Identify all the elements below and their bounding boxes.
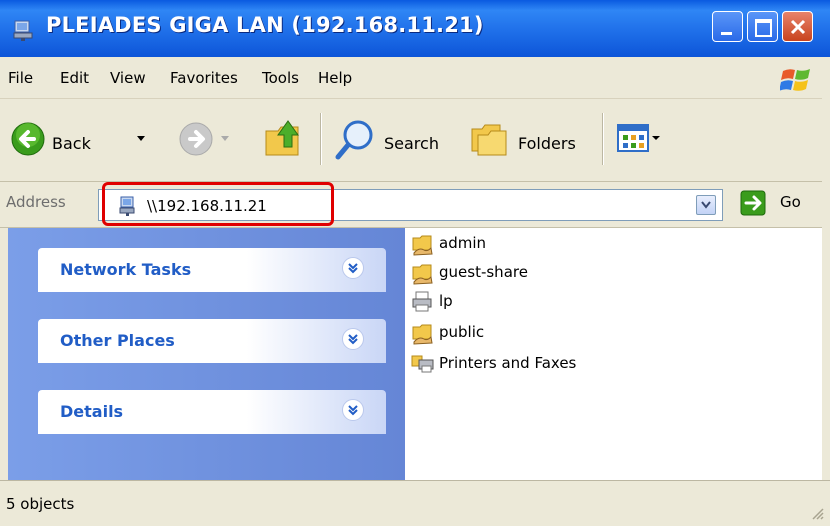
file-name: Printers and Faxes — [439, 354, 577, 372]
minimize-button[interactable] — [712, 11, 743, 42]
menu-view[interactable]: View — [110, 69, 146, 87]
title-bar[interactable]: PLEIADES GIGA LAN (192.168.11.21) — [0, 0, 830, 57]
back-arrow-icon[interactable] — [10, 121, 46, 157]
menu-bar: File Edit View Favorites Tools Help — [0, 57, 830, 99]
chevron-double-down-icon — [348, 405, 358, 416]
file-name: guest-share — [439, 263, 528, 281]
resize-grip-icon[interactable] — [810, 506, 824, 520]
expand-button[interactable] — [342, 399, 364, 421]
forward-arrow-icon — [179, 122, 213, 156]
toolbar: Back Search Folders — [0, 99, 830, 182]
back-dropdown-icon[interactable] — [136, 135, 146, 143]
expand-button[interactable] — [342, 257, 364, 279]
file-name: admin — [439, 234, 486, 252]
address-highlight-box — [102, 182, 334, 226]
chevron-double-down-icon — [348, 263, 358, 274]
menu-file[interactable]: File — [8, 69, 33, 87]
file-name: lp — [439, 292, 453, 310]
folders-icon[interactable] — [470, 121, 510, 157]
menu-help[interactable]: Help — [318, 69, 352, 87]
status-bar: 5 objects — [0, 480, 830, 526]
toolbar-separator — [602, 113, 604, 165]
back-button[interactable]: Back — [52, 134, 91, 153]
printer-icon — [412, 291, 432, 312]
panel-network-tasks[interactable]: Network Tasks — [38, 248, 386, 292]
views-icon[interactable] — [616, 123, 660, 155]
address-label: Address — [6, 193, 66, 211]
maximize-button[interactable] — [747, 11, 778, 42]
window-title: PLEIADES GIGA LAN (192.168.11.21) — [46, 13, 484, 37]
panel-details[interactable]: Details — [38, 390, 386, 434]
file-name: public — [439, 323, 485, 341]
forward-dropdown-icon — [221, 136, 229, 141]
folders-button[interactable]: Folders — [518, 134, 576, 153]
search-icon[interactable] — [334, 117, 378, 161]
task-pane: Network Tasks Other Places Details — [8, 228, 405, 480]
close-button[interactable] — [782, 11, 813, 42]
panel-other-places[interactable]: Other Places — [38, 319, 386, 363]
chevron-double-down-icon — [348, 334, 358, 345]
panel-title: Network Tasks — [60, 260, 192, 279]
shared-folder-icon — [412, 264, 433, 285]
panel-title: Other Places — [60, 331, 175, 350]
menu-tools[interactable]: Tools — [262, 69, 299, 87]
chevron-down-icon — [701, 201, 711, 209]
close-icon — [790, 19, 806, 35]
search-button[interactable]: Search — [384, 134, 439, 153]
expand-button[interactable] — [342, 328, 364, 350]
menu-edit[interactable]: Edit — [60, 69, 89, 87]
network-drive-icon — [13, 20, 33, 41]
window-frame-left — [0, 228, 8, 480]
go-button[interactable]: Go — [780, 193, 801, 211]
window-frame-right — [822, 57, 830, 526]
up-folder-icon[interactable] — [264, 117, 306, 157]
status-text: 5 objects — [6, 495, 75, 513]
menu-favorites[interactable]: Favorites — [170, 69, 238, 87]
shared-folder-icon — [412, 324, 433, 345]
windows-logo-icon — [780, 69, 810, 91]
panel-title: Details — [60, 402, 124, 421]
printers-faxes-icon — [411, 355, 434, 373]
file-list: admin guest-share lp public Printers and… — [405, 228, 822, 480]
go-arrow-icon[interactable] — [740, 190, 766, 216]
address-dropdown-button[interactable] — [696, 195, 716, 215]
toolbar-separator — [320, 113, 322, 165]
shared-folder-icon — [412, 235, 433, 256]
